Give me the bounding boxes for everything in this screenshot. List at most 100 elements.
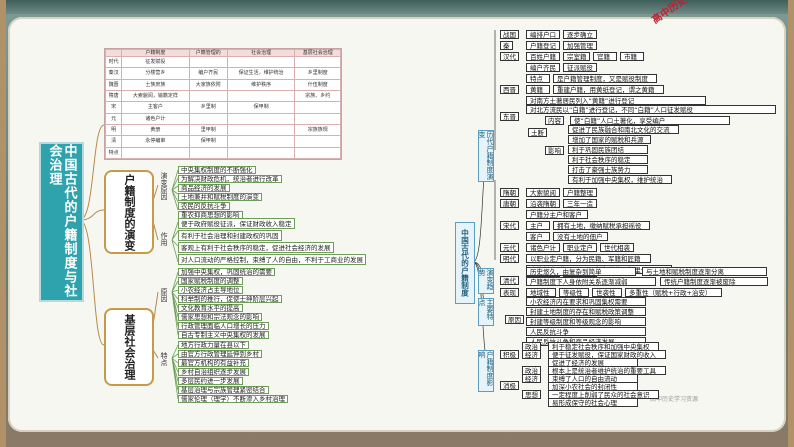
table-cell: 时代 <box>104 55 123 69</box>
dynasty-item: 黄籍 <box>526 85 550 94</box>
dynasty-tag: 战国 <box>500 30 519 39</box>
dynasty-item: 大索貌阅 <box>526 188 560 197</box>
dynasty-item: 诸色户计 <box>526 243 560 252</box>
dynasty-item: 特点 <box>526 74 550 83</box>
dynasty-item: 宗室籍 <box>563 52 590 61</box>
trend-item: 历史悠久，由复杂到简单 <box>526 267 636 276</box>
table-cell <box>188 55 228 69</box>
feature-item: 多层民约进一步发展 <box>178 377 243 385</box>
section2-feature-label: 特点 <box>160 352 168 366</box>
table-cell <box>294 146 341 160</box>
dynasty-tag: 清代 <box>500 276 519 285</box>
cause-item: 国家赋税制度的调整 <box>178 277 243 285</box>
section-title-grassroots-governance: 基层社会治理 <box>104 308 154 386</box>
feature-item: 儒家伦理（理学）不断渗入乡村治理 <box>178 395 288 403</box>
table-header: 社会治理 <box>226 49 296 57</box>
effect-item: 客观上有利于社会秩序的稳定，促进社会经济的发展 <box>178 242 334 253</box>
feature-tag: 地域性 <box>526 288 556 297</box>
table-header <box>104 49 123 57</box>
table-cell <box>294 55 341 69</box>
dynasty-item: 拥有土地，缴纳赋税承担徭役 <box>553 221 650 230</box>
table-cell: 特点 <box>104 146 123 160</box>
table-cell: 什伍制度 <box>294 78 341 91</box>
reason-item: 小农经济内在要求和巩固集权需要 <box>526 297 646 306</box>
cause-item: 加强中央集权，巩固统治的需要 <box>178 268 275 276</box>
dynasty-tag: 秦 <box>500 41 513 50</box>
table-cell: 保甲制 <box>188 135 228 148</box>
cause-item: 商品经济的发展 <box>178 184 230 192</box>
category-trend: 演变趋势 <box>478 268 494 294</box>
table-cell: 宗族族规 <box>294 123 341 137</box>
dynasty-item: 征派赋役 <box>563 63 597 72</box>
effect-item: 有利于社会治理和封建政权的巩固 <box>178 230 282 241</box>
table-cell: 永停编审 <box>121 135 190 148</box>
dynasty-item: 重建户籍，用黄纸登记，谓之黄籍 <box>553 85 664 94</box>
feature-item: 由官方行政管理延伸到乡村 <box>178 350 262 358</box>
trend-item: 与土地和赋税制度逐渐分离 <box>642 267 767 276</box>
impact-item: 利于社会秩序的稳定 <box>568 155 648 164</box>
table-cell <box>294 135 341 148</box>
table-cell: 大家族依附 <box>188 78 228 91</box>
effect-item: 便于政府赋役征派，保证财政收入稳定 <box>178 218 295 229</box>
features-label: 表现 <box>500 288 519 297</box>
table-cell <box>188 89 228 103</box>
table-cell: 主客户 <box>121 101 190 114</box>
table-row: 明黄册 里甲制 宗族族规 <box>104 123 341 137</box>
reason-item: 封建土地制度的存在和赋税政策调整 <box>526 307 646 316</box>
table-cell: 保证生活，维护统治 <box>226 67 296 80</box>
table-cell: 维护秩序 <box>226 78 296 91</box>
table-cell: 大索貌阅，输籍定样 <box>121 89 190 103</box>
feature-tag: 多重性（赋税+行政+治安） <box>625 288 722 297</box>
dynasty-item: 百姓户籍 <box>526 52 560 61</box>
impact-negative-label: 消极 <box>500 381 519 390</box>
dynasty-tag: 明代 <box>500 254 519 263</box>
table-cell <box>226 146 296 160</box>
cause-item: 儒家思想和宗法观念的影响 <box>178 313 262 321</box>
impact-label: 影响 <box>545 146 564 155</box>
cause-item: 科举制的推行，促使士绅阶层兴起 <box>178 295 282 303</box>
table-cell: 士族庶族 <box>121 78 190 91</box>
feature-item: 乡村自治组织逐步发展 <box>178 368 249 376</box>
table-row: 隋唐 大索貌阅，输籍定样 宗族、乡约 <box>104 89 341 103</box>
reason-item: 封建等级制度和等级观念的影响 <box>526 317 646 326</box>
dynasty-item: 编户齐民 <box>526 63 560 72</box>
dynasty-item: 世代相袭 <box>600 243 634 252</box>
table-cell <box>226 123 296 137</box>
section2-cause-label: 原因 <box>160 288 168 302</box>
table-header: 基层社会治理 <box>294 49 341 57</box>
table-cell <box>121 146 190 160</box>
table-cell: 宗族、乡约 <box>294 89 341 103</box>
category-features: 主要特点 <box>478 298 494 326</box>
reasons-label: 原因 <box>505 315 524 324</box>
table-cell <box>226 112 296 125</box>
feature-tag: 等级性 <box>559 288 589 297</box>
table-row: 时代 征发赋役 <box>104 55 341 69</box>
dynasty-item: 编排户口 <box>526 30 560 39</box>
dynasty-tag: 元代 <box>500 243 519 252</box>
table-cell: 征发赋役 <box>121 55 190 69</box>
cause-item: 小农经济占主导地位 <box>178 286 243 294</box>
impact-item: 有利于加强中央集权，维护统治 <box>568 175 672 184</box>
effect-item: 对人口流动的严格控制，束缚了人的自由，不利于工商业的发展 <box>178 254 366 265</box>
table-row: 宋主客户 乡里制 保甲制 <box>104 101 341 114</box>
dynasty-item: 户籍登记 <box>526 41 560 50</box>
feature-item: 基层治理与宗族管理紧密结合 <box>178 386 269 394</box>
dynasty-item: 沿袭隋朝 <box>526 199 560 208</box>
category-evolution: 历代户籍制度演变 <box>478 130 494 182</box>
impact-key: 思想 <box>522 390 541 399</box>
dynasty-item: 户籍整理 <box>563 188 597 197</box>
table-cell: 乡里制 <box>188 101 228 114</box>
section1-effect-label: 作用 <box>160 232 168 246</box>
table-cell: 隋唐 <box>104 89 123 103</box>
dongjin-line: 对北方流民以“白籍”进行登记，不同“白籍”人口征发赋役 <box>526 105 776 114</box>
table-cell: 黄册 <box>121 123 190 137</box>
main-title: 中国古代的户籍制度与社会治理 <box>39 142 84 302</box>
cause-item: 文化教育水平的提高 <box>178 304 243 312</box>
dynasty-tag: 宋代 <box>500 221 519 230</box>
tuduan-tag: 土断 <box>528 128 547 137</box>
cause-item: 土地兼并和赋税制度的演变 <box>178 193 262 201</box>
table-cell: 魏晋 <box>104 78 123 91</box>
trend-item: 户籍制度下人身依附关系逐渐减弱 <box>526 277 656 286</box>
cause-item: 自古专制主义中央集权的发展 <box>178 331 269 339</box>
impact-value: 易形成保守的社会心理 <box>548 398 638 407</box>
